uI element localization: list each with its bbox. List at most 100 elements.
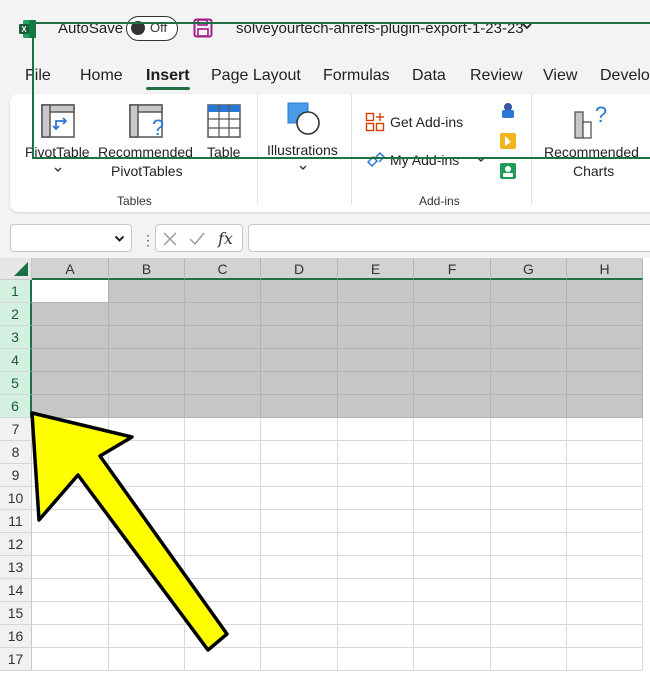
- cell[interactable]: [414, 349, 491, 372]
- cell[interactable]: [567, 579, 643, 602]
- save-icon[interactable]: [193, 18, 213, 38]
- cell[interactable]: [414, 280, 491, 303]
- insert-function-icon[interactable]: fx: [218, 229, 233, 248]
- table-icon[interactable]: [206, 103, 242, 139]
- file-name[interactable]: solveyourtech-ahrefs-plugin-export-1-23-…: [236, 20, 524, 37]
- cell[interactable]: [414, 533, 491, 556]
- cell[interactable]: [414, 648, 491, 671]
- cell[interactable]: [567, 602, 643, 625]
- row-header-4[interactable]: 4: [0, 349, 32, 372]
- row-header-8[interactable]: 8: [0, 441, 32, 464]
- cell[interactable]: [261, 579, 338, 602]
- cell[interactable]: [185, 579, 261, 602]
- cell[interactable]: [567, 372, 643, 395]
- cell[interactable]: [109, 533, 185, 556]
- cell[interactable]: [261, 510, 338, 533]
- cell[interactable]: [109, 303, 185, 326]
- row-header-2[interactable]: 2: [0, 303, 32, 326]
- column-header-c[interactable]: C: [185, 258, 261, 280]
- row-header-14[interactable]: 14: [0, 579, 32, 602]
- cell[interactable]: [32, 487, 109, 510]
- chevron-down-icon[interactable]: [53, 166, 63, 174]
- chevron-down-icon[interactable]: [521, 20, 533, 32]
- cell[interactable]: [261, 556, 338, 579]
- cell[interactable]: [185, 464, 261, 487]
- cell[interactable]: [109, 579, 185, 602]
- cell[interactable]: [338, 487, 414, 510]
- cell[interactable]: [414, 625, 491, 648]
- cell[interactable]: [567, 533, 643, 556]
- tab-developer[interactable]: Develo: [600, 67, 650, 85]
- cell[interactable]: [185, 602, 261, 625]
- row-header-7[interactable]: 7: [0, 418, 32, 441]
- cell[interactable]: [414, 556, 491, 579]
- cell[interactable]: [567, 510, 643, 533]
- cell[interactable]: [414, 602, 491, 625]
- cell[interactable]: [32, 556, 109, 579]
- cell[interactable]: [109, 372, 185, 395]
- cell[interactable]: [414, 418, 491, 441]
- cell[interactable]: [338, 510, 414, 533]
- table-label[interactable]: Table: [207, 144, 240, 160]
- recommended-pivot-icon[interactable]: ?: [128, 103, 168, 139]
- row-header-12[interactable]: 12: [0, 533, 32, 556]
- cell[interactable]: [491, 464, 567, 487]
- recommended-charts-label-1[interactable]: Recommended: [544, 144, 639, 160]
- cell[interactable]: [261, 349, 338, 372]
- get-addins-label[interactable]: Get Add-ins: [390, 114, 463, 130]
- cell[interactable]: [185, 395, 261, 418]
- row-header-16[interactable]: 16: [0, 625, 32, 648]
- cell[interactable]: [491, 395, 567, 418]
- cell[interactable]: [491, 602, 567, 625]
- cell[interactable]: [32, 579, 109, 602]
- cell[interactable]: [567, 487, 643, 510]
- cell[interactable]: [567, 303, 643, 326]
- recommended-pivot-label-1[interactable]: Recommended: [98, 144, 193, 160]
- cell[interactable]: [338, 280, 414, 303]
- column-header-e[interactable]: E: [338, 258, 414, 280]
- cell[interactable]: [491, 372, 567, 395]
- chevron-down-icon[interactable]: [114, 235, 125, 243]
- cell[interactable]: [32, 510, 109, 533]
- cell[interactable]: [109, 418, 185, 441]
- cell[interactable]: [338, 602, 414, 625]
- cell[interactable]: [414, 326, 491, 349]
- cell[interactable]: [185, 510, 261, 533]
- cell[interactable]: [567, 418, 643, 441]
- cell[interactable]: [261, 372, 338, 395]
- cell[interactable]: [109, 510, 185, 533]
- select-all-button[interactable]: [0, 258, 32, 280]
- tab-view[interactable]: View: [543, 67, 577, 85]
- cell[interactable]: [261, 648, 338, 671]
- cell[interactable]: [32, 464, 109, 487]
- my-addins-icon[interactable]: [365, 150, 387, 170]
- cell[interactable]: [109, 556, 185, 579]
- column-header-g[interactable]: G: [491, 258, 567, 280]
- row-header-3[interactable]: 3: [0, 326, 32, 349]
- tab-insert[interactable]: Insert: [146, 67, 190, 85]
- cell[interactable]: [109, 464, 185, 487]
- column-header-a[interactable]: A: [32, 258, 109, 280]
- cell[interactable]: [491, 556, 567, 579]
- tab-page-layout[interactable]: Page Layout: [211, 67, 301, 85]
- cell[interactable]: [567, 648, 643, 671]
- cell[interactable]: [491, 303, 567, 326]
- tab-review[interactable]: Review: [470, 67, 522, 85]
- column-header-b[interactable]: B: [109, 258, 185, 280]
- chevron-down-icon[interactable]: [476, 156, 486, 164]
- tab-home[interactable]: Home: [80, 67, 123, 85]
- column-header-h[interactable]: H: [567, 258, 643, 280]
- cell[interactable]: [261, 487, 338, 510]
- cell[interactable]: [185, 441, 261, 464]
- cell[interactable]: [338, 533, 414, 556]
- cell[interactable]: [32, 441, 109, 464]
- cell[interactable]: [185, 533, 261, 556]
- cell[interactable]: [261, 418, 338, 441]
- cell[interactable]: [185, 372, 261, 395]
- cell[interactable]: [32, 418, 109, 441]
- tab-file[interactable]: File: [25, 67, 51, 85]
- cell[interactable]: [109, 648, 185, 671]
- cell[interactable]: [261, 395, 338, 418]
- cell[interactable]: [185, 418, 261, 441]
- recommended-charts-label-2[interactable]: Charts: [573, 163, 614, 179]
